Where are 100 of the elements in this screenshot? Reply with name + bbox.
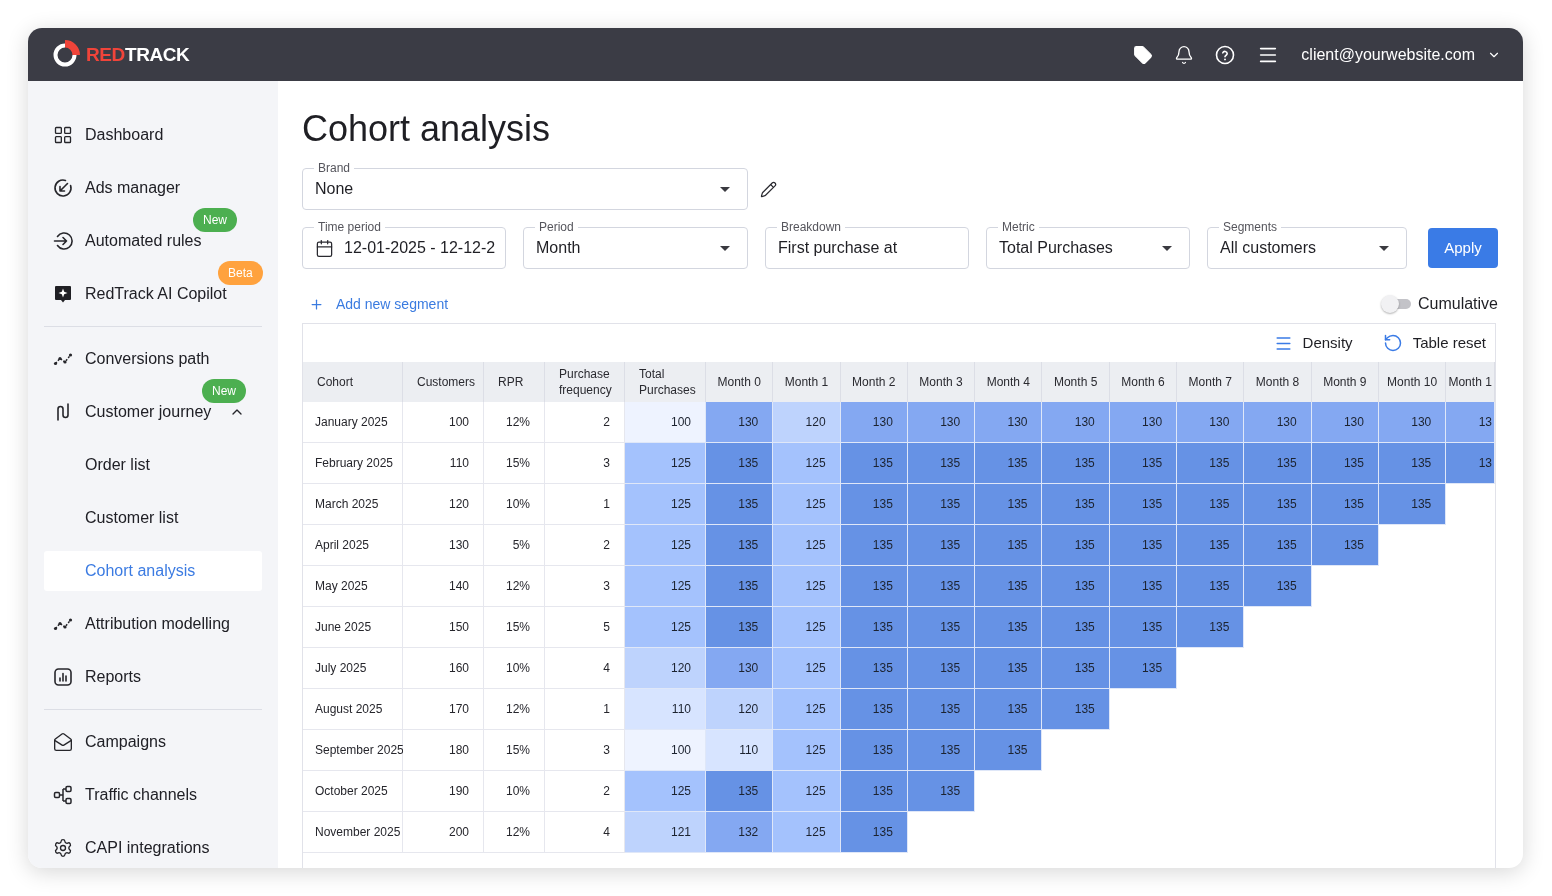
field-label: Segments	[1219, 220, 1282, 234]
table-cell: September 2025	[303, 730, 403, 771]
table-cell: 125	[773, 566, 841, 607]
table-cell: 135	[706, 771, 774, 812]
table-cell: November 2025	[303, 812, 403, 853]
nav-item[interactable]: Order list	[85, 455, 150, 475]
nav-item[interactable]: Reports	[53, 667, 142, 687]
table-cell: 135	[840, 689, 908, 730]
table-cell: May 2025	[303, 566, 403, 607]
table-cell: 125	[625, 525, 706, 566]
table-cell: 135	[1244, 443, 1312, 484]
pencil-icon[interactable]	[760, 180, 777, 198]
table-cell: 135	[1042, 607, 1110, 648]
reset-icon	[1382, 333, 1403, 353]
add-segment-link[interactable]: Add new segment	[309, 294, 449, 314]
table-cell: 135	[706, 484, 774, 525]
table-cell: 135	[1177, 525, 1245, 566]
table-cell: 135	[840, 730, 908, 771]
table-cell: 135	[840, 484, 908, 525]
table-cell: 135	[840, 771, 908, 812]
table-cell: 130	[1244, 402, 1312, 443]
help-icon[interactable]	[1215, 44, 1236, 65]
account-menu-button[interactable]: client@yourwebsite.com	[1301, 42, 1501, 67]
table-cell: 135	[975, 484, 1043, 525]
table-cell: 121	[625, 812, 706, 853]
tag-icon[interactable]	[1133, 44, 1154, 65]
table-cell: 110	[706, 730, 774, 771]
sparkle-chat-icon	[53, 284, 73, 304]
table-cell: 120	[706, 689, 774, 730]
table-cell: July 2025	[303, 648, 403, 689]
nav-badge: Beta	[218, 261, 263, 285]
table-cell: 3	[545, 730, 625, 771]
table-reset-button[interactable]: Table reset	[1382, 333, 1486, 353]
table-cell: 135	[907, 771, 976, 812]
column-header: Month 0	[706, 362, 774, 402]
nav-item[interactable]: Campaigns	[53, 732, 166, 752]
table-cell: 125	[773, 443, 841, 484]
table-cell: 135	[1109, 607, 1178, 648]
table-cell: 125	[773, 525, 841, 566]
table-cell: 13	[1446, 402, 1495, 443]
nav-item[interactable]: Customer list	[85, 508, 179, 528]
column-header: Month 6	[1109, 362, 1178, 402]
table-cell: 135	[907, 443, 976, 484]
table-cell: 15%	[484, 607, 545, 648]
column-header: Month 8	[1244, 362, 1312, 402]
table-cell: 135	[840, 525, 908, 566]
nav-item[interactable]: Traffic channels	[53, 785, 198, 805]
field-label: Period	[535, 220, 578, 234]
table-cell: 170	[403, 689, 484, 730]
grid-icon	[53, 125, 73, 145]
table-cell: 12%	[484, 566, 545, 607]
apply-button[interactable]: Apply	[1428, 228, 1498, 268]
bell-icon[interactable]	[1174, 44, 1195, 65]
nav-item[interactable]: Ads manager	[53, 178, 181, 198]
table-cell: 135	[706, 607, 774, 648]
field-label: Metric	[998, 220, 1039, 234]
toggle-label: Cumulative	[1417, 294, 1498, 314]
table-cell: 130	[1042, 402, 1110, 443]
table-cell: 135	[1311, 484, 1379, 525]
table-cell: 135	[1311, 525, 1379, 566]
density-button[interactable]: Density	[1273, 333, 1353, 353]
nav-item[interactable]: Attribution modelling	[53, 614, 230, 634]
table-cell: 2	[545, 771, 625, 812]
nav-item[interactable]: Customer journey	[53, 402, 212, 422]
nav-item[interactable]: Automated rules	[53, 231, 202, 251]
table-cell: February 2025	[303, 443, 403, 484]
table-cell: 135	[1311, 443, 1379, 484]
table-cell: 100	[625, 730, 706, 771]
table-cell: 100	[403, 402, 484, 443]
table-cell: 125	[625, 771, 706, 812]
table-cell: 135	[840, 566, 908, 607]
table-cell: 125	[773, 689, 841, 730]
table-cell: 3	[545, 443, 625, 484]
table-cell: 10%	[484, 771, 545, 812]
nav-item[interactable]: Cohort analysis	[44, 551, 262, 591]
toggle-switch[interactable]	[1380, 295, 1411, 313]
table-cell: 135	[1109, 648, 1178, 689]
table-cell: 125	[773, 730, 841, 771]
table-cell: 135	[1244, 484, 1312, 525]
table-cell: 125	[773, 648, 841, 689]
table-cell: 135	[907, 484, 976, 525]
nav-item[interactable]: Dashboard	[53, 125, 164, 145]
table-cell: 135	[907, 525, 976, 566]
caret-icon	[720, 245, 730, 251]
nav-item[interactable]: Conversions path	[53, 349, 210, 369]
nav-item[interactable]: CAPI integrations	[53, 838, 210, 858]
table-cell: 130	[706, 402, 774, 443]
table-cell: 110	[403, 443, 484, 484]
table-cell: 10%	[484, 484, 545, 525]
column-header: Month 5	[1042, 362, 1110, 402]
nav-item[interactable]: RedTrack AI Copilot	[53, 284, 227, 304]
table-cell: 130	[975, 402, 1043, 443]
table-cell: 135	[1378, 484, 1447, 525]
nav-badge: New	[193, 208, 237, 232]
table-cell: 4	[545, 812, 625, 853]
table-cell: 180	[403, 730, 484, 771]
table-cell: 150	[403, 607, 484, 648]
table-cell: 130	[907, 402, 976, 443]
table-cell: 140	[403, 566, 484, 607]
table-cell: 135	[1109, 484, 1178, 525]
